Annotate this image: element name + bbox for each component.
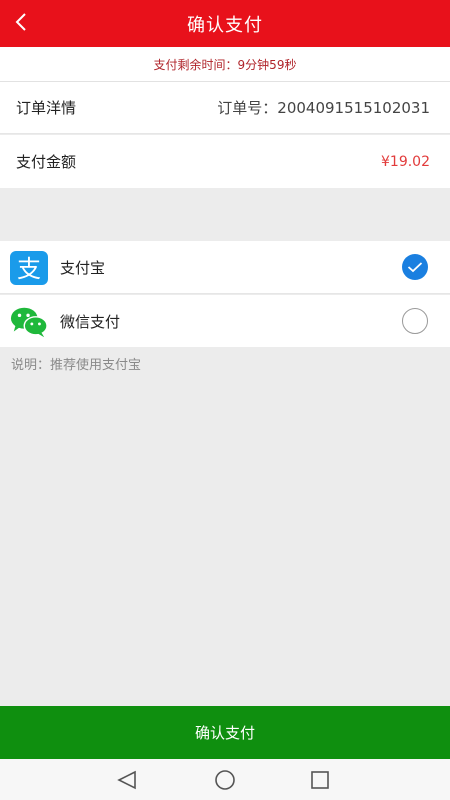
back-button[interactable]	[6, 6, 38, 38]
payment-option-label: 微信支付	[60, 312, 121, 331]
order-details-label: 订单洋情	[16, 99, 77, 117]
payment-option-alipay[interactable]: 支 支付宝	[0, 241, 450, 294]
confirm-payment-button[interactable]: 确认支付	[0, 706, 450, 759]
radio-unselected[interactable]	[402, 308, 428, 334]
order-number: 订单号：2004091515102031	[217, 99, 430, 117]
alipay-icon: 支	[10, 251, 48, 285]
payment-note: 说明：推荐使用支付宝	[11, 358, 142, 373]
system-nav-bar	[0, 759, 450, 800]
wechat-icon	[10, 307, 48, 338]
payment-countdown: 支付剩余时间：9分钟59秒	[0, 47, 450, 82]
triangle-back-icon[interactable]	[115, 768, 139, 792]
radio-selected[interactable]	[402, 254, 428, 280]
payment-option-label: 支付宝	[60, 258, 106, 277]
chevron-left-icon	[15, 13, 26, 31]
circle-home-icon[interactable]	[213, 768, 237, 792]
payment-amount-label: 支付金额	[16, 153, 77, 171]
app-header: 确认支付	[0, 0, 450, 47]
payment-option-wechat[interactable]: 微信支付	[0, 295, 450, 347]
payment-amount-row: 支付金额 ¥19.02	[0, 135, 450, 188]
square-recents-icon[interactable]	[308, 768, 332, 792]
payment-amount-value: ¥19.02	[381, 153, 430, 170]
checkmark-icon	[407, 262, 423, 273]
svg-text:支: 支	[17, 255, 41, 283]
page-title: 确认支付	[187, 14, 263, 36]
order-details-row: 订单洋情 订单号：2004091515102031	[0, 82, 450, 134]
